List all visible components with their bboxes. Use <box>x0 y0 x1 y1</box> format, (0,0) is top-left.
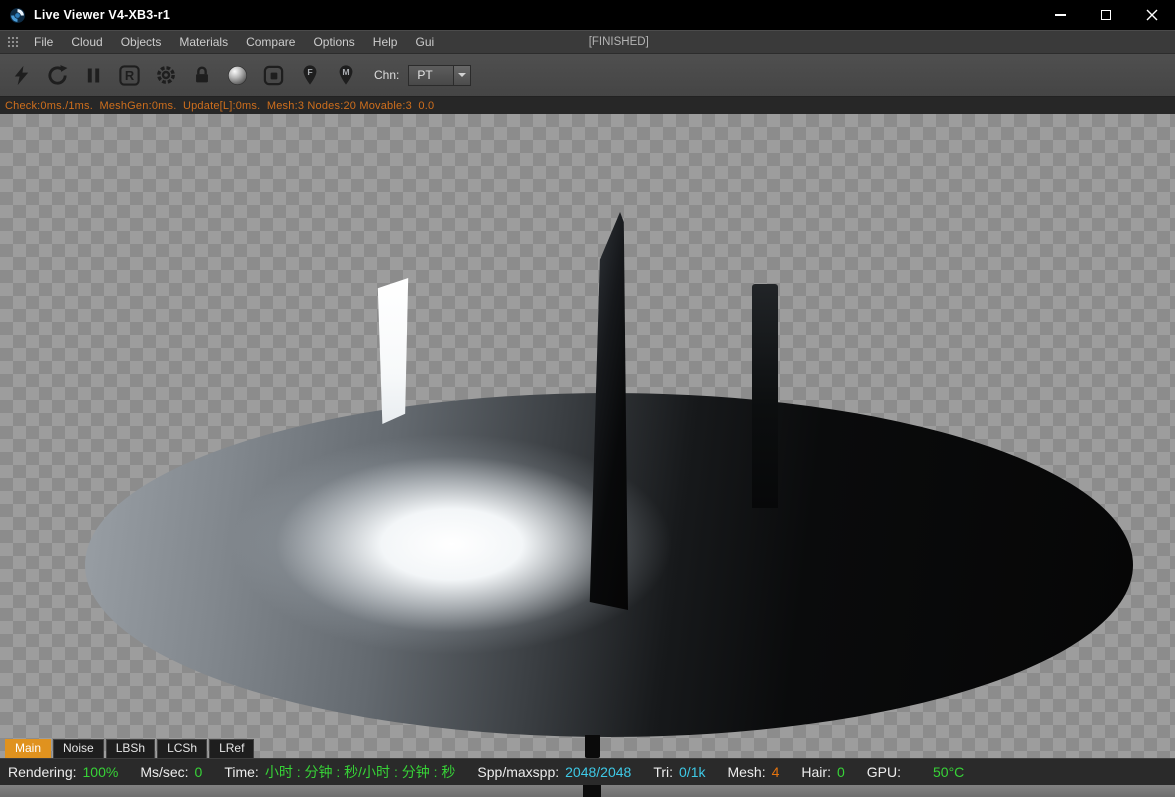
live-viewer-window: Live Viewer V4-XB3-r1 File Cloud Objects… <box>0 0 1175 797</box>
menu-help[interactable]: Help <box>364 32 407 52</box>
chevron-down-icon <box>453 65 471 85</box>
material-ball-button[interactable] <box>222 60 253 91</box>
channel-select[interactable]: PT <box>408 64 472 86</box>
picker-frame-icon <box>263 65 284 85</box>
center-plane-base <box>585 735 600 758</box>
rendering-label: Rendering: <box>8 764 77 780</box>
gpu-temp-value: 50°C <box>933 764 965 780</box>
channel-value: PT <box>417 68 433 82</box>
focus-picker-button[interactable]: F <box>294 60 325 91</box>
close-button[interactable] <box>1129 0 1175 30</box>
minimize-icon <box>1054 14 1066 16</box>
svg-text:M: M <box>342 67 349 77</box>
window-title: Live Viewer V4-XB3-r1 <box>34 8 170 22</box>
lock-resolution-button[interactable] <box>186 60 217 91</box>
render-stats-line: Check:0ms./1ms. MeshGen:0ms. Update[L]:0… <box>0 96 1175 114</box>
ms-per-sec-label: Ms/sec: <box>140 764 189 780</box>
spp-value: 2048/2048 <box>565 764 632 780</box>
menu-grip-icon[interactable] <box>7 36 19 48</box>
lightning-icon <box>14 65 29 85</box>
tab-noise[interactable]: Noise <box>53 739 104 758</box>
menu-cloud[interactable]: Cloud <box>62 32 111 52</box>
tab-main[interactable]: Main <box>5 739 52 758</box>
restart-render-button[interactable] <box>6 60 37 91</box>
menu-file[interactable]: File <box>25 32 62 52</box>
tab-lbsh[interactable]: LBSh <box>105 739 156 758</box>
r-icon: R <box>119 64 140 86</box>
tri-label: Tri: <box>653 764 674 780</box>
refresh-render-button[interactable] <box>42 60 73 91</box>
maximize-button[interactable] <box>1083 0 1129 30</box>
status-bar: Rendering: 100% Ms/sec: 0 Time: 小时 : 分钟 … <box>0 758 1175 785</box>
pause-icon <box>87 68 100 82</box>
mesh-label: Mesh: <box>727 764 766 780</box>
svg-text:F: F <box>307 67 312 77</box>
hair-value: 0 <box>836 764 845 780</box>
reset-button[interactable]: R <box>114 60 145 91</box>
hair-label: Hair: <box>801 764 831 780</box>
svg-text:R: R <box>125 68 135 83</box>
mesh-value: 4 <box>771 764 780 780</box>
material-ball-icon <box>227 65 248 85</box>
tab-lcsh[interactable]: LCSh <box>157 739 208 758</box>
channel-label: Chn: <box>374 68 400 82</box>
minimize-button[interactable] <box>1037 0 1083 30</box>
finished-status: [FINISHED] <box>588 36 649 48</box>
settings-button[interactable] <box>150 60 181 91</box>
pass-tabs: Main Noise LBSh LCSh LRef <box>5 739 256 758</box>
refresh-icon <box>48 64 68 85</box>
time-value: 小时 : 分钟 : 秒/小时 : 分钟 : 秒 <box>264 764 456 780</box>
title-bar[interactable]: Live Viewer V4-XB3-r1 <box>0 0 1175 30</box>
ms-per-sec-value: 0 <box>194 764 203 780</box>
time-label: Time: <box>224 764 259 780</box>
material-picker-button[interactable]: M <box>330 60 361 91</box>
focus-pin-icon: F <box>303 65 316 85</box>
spp-label: Spp/maxspp: <box>477 764 560 780</box>
menu-gui[interactable]: Gui <box>406 32 443 52</box>
region-picker-button[interactable] <box>258 60 289 91</box>
toolbar: R F M Chn: PT <box>0 53 1175 96</box>
emissive-plane <box>377 278 409 424</box>
tri-value: 0/1k <box>679 764 706 780</box>
menu-bar: File Cloud Objects Materials Compare Opt… <box>0 30 1175 53</box>
maximize-icon <box>1101 10 1111 20</box>
gpu-label: GPU: <box>866 764 901 780</box>
pause-render-button[interactable] <box>78 60 109 91</box>
close-icon <box>1146 9 1158 21</box>
material-pin-icon: M <box>339 65 352 85</box>
lock-icon <box>195 66 208 83</box>
bottom-notch <box>583 785 601 797</box>
bottom-strip <box>0 785 1175 797</box>
gear-icon <box>156 66 175 84</box>
render-viewport[interactable]: Main Noise LBSh LCSh LRef <box>0 114 1175 758</box>
menu-compare[interactable]: Compare <box>237 32 304 52</box>
render-stats-text: Check:0ms./1ms. MeshGen:0ms. Update[L]:0… <box>5 99 435 112</box>
menu-materials[interactable]: Materials <box>170 32 237 52</box>
tab-lref[interactable]: LRef <box>209 739 255 758</box>
menu-objects[interactable]: Objects <box>112 32 171 52</box>
menu-options[interactable]: Options <box>304 32 363 52</box>
window-controls <box>1037 0 1175 30</box>
right-pillar <box>752 284 778 508</box>
rendering-value: 100% <box>82 764 119 780</box>
app-logo-icon <box>9 7 26 24</box>
